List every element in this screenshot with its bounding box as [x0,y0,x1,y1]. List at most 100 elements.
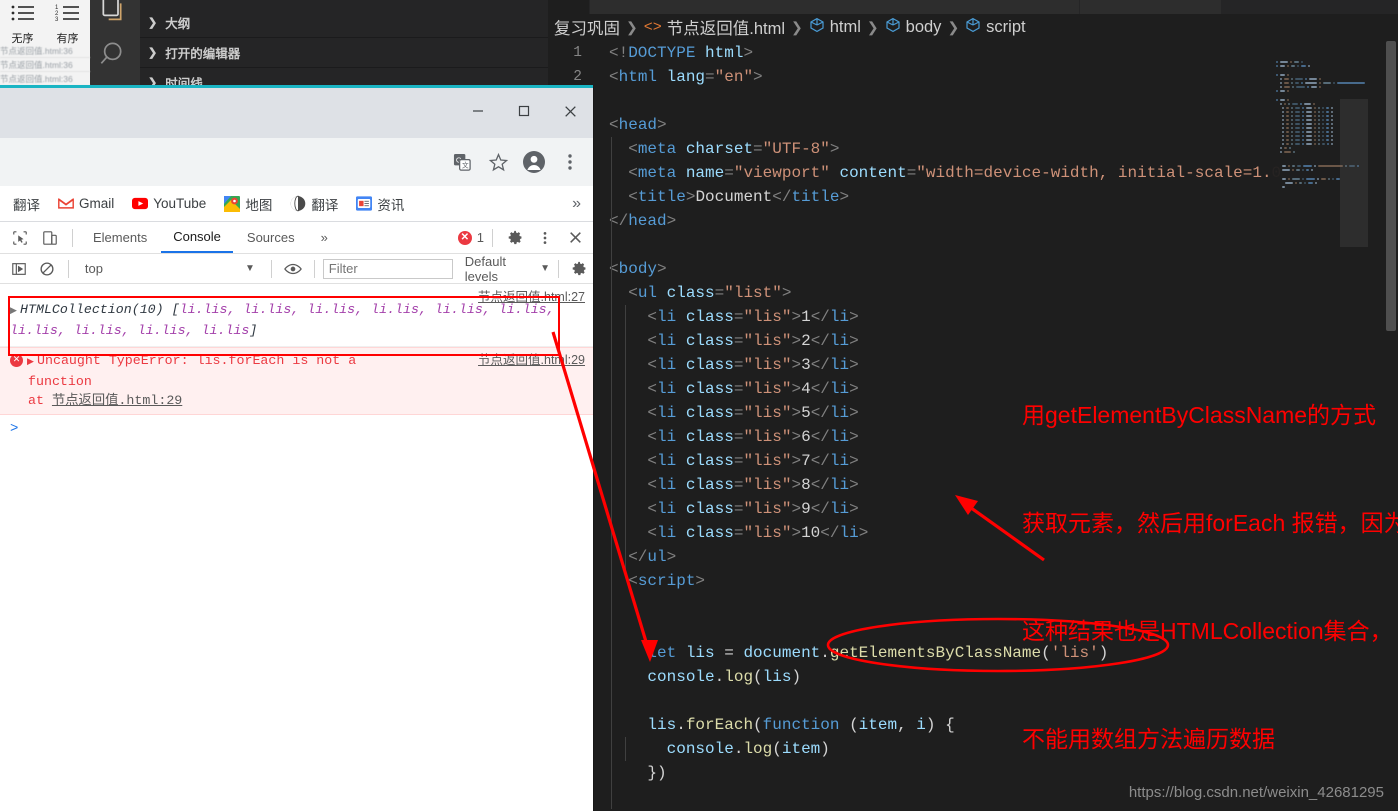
device-toolbar-icon[interactable] [36,225,64,251]
console-log-message[interactable]: 节点返回值.html:27 ▶ HTMLCollection(10) [li.li… [0,284,593,347]
minimap-slider[interactable] [1340,99,1368,247]
console-error-message[interactable]: 节点返回值.html:29 ✕ ▶ Uncaught TypeError: lis.… [0,347,593,415]
search-icon[interactable] [98,38,130,70]
window-accent-line [0,85,593,88]
tab-slot[interactable] [1222,0,1398,14]
bookmark-item[interactable]: 翻译 [284,191,344,217]
watermark-url: https://blog.csdn.net/weixin_42681295 [1128,784,1384,801]
tab-console[interactable]: Console [161,223,233,253]
expand-triangle-icon[interactable]: ▶ [27,353,37,372]
console-prompt-caret: > [10,421,19,437]
console-levels-select[interactable]: Default levels ▼ [465,254,550,284]
tab-elements[interactable]: Elements [81,224,159,252]
breadcrumb-item-html[interactable]: html [809,17,861,38]
chevron-right-icon: ❯ [791,18,803,35]
divider [67,259,69,278]
bookmark-label: 翻译 [311,197,339,213]
minimize-button[interactable] [455,96,501,126]
console-error-text: Uncaught TypeError: lis.forEach is not a [37,353,357,368]
profile-avatar-icon[interactable] [517,145,551,179]
settings-gear-icon[interactable] [501,225,529,251]
breadcrumb-item-folder[interactable]: 复习巩固 [554,15,620,39]
breadcrumb-label: 节点返回值.html [666,20,786,38]
console-settings-gear-icon[interactable] [567,256,593,282]
clear-console-icon[interactable] [34,256,60,282]
breadcrumb-item-file[interactable]: <> 节点返回值.html [644,15,785,39]
files-explorer-icon[interactable] [98,0,130,26]
bookmark-item[interactable]: 地图 [218,191,278,217]
bookmarks-overflow-icon[interactable]: » [572,195,581,213]
annotation-line: 获取元素，然后用forEach 报错，因为 [1022,510,1398,536]
editor-tabstrip [548,0,1398,14]
execute-sidebar-icon[interactable] [6,256,32,282]
bookmark-star-icon[interactable] [481,145,515,179]
breadcrumb-item-body[interactable]: body [885,17,942,38]
bookmark-label: Gmail [79,196,115,211]
minimap-line [1270,65,1368,68]
svg-text:文: 文 [462,160,469,169]
error-count-badge[interactable]: ✕ 1 [457,230,484,245]
symbol-cube-icon [965,17,981,38]
chevron-right-icon: ❯ [148,47,158,59]
ghost-source-line: 节点返回值.html:36 [0,58,90,72]
console-message-list[interactable]: 节点返回值.html:27 ▶ HTMLCollection(10) [li.li… [0,284,593,443]
bookmarks-bar: 翻译 Gmail YouTube 地图 翻译 资讯 » [0,186,593,222]
sidebar-section-outline[interactable]: ❯ 大纲 [140,8,548,38]
svg-text:3: 3 [55,17,59,23]
close-button[interactable] [547,96,593,126]
minimap-line [1270,61,1368,64]
expand-triangle-icon[interactable]: ▶ [10,302,20,321]
tab-sources[interactable]: Sources [235,224,307,252]
breadcrumb-label: 复习巩固 [554,20,620,38]
console-object-close: ] [249,323,258,338]
symbol-cube-icon [885,17,901,38]
bookmark-item[interactable]: YouTube [126,193,212,215]
editor-scrollbar[interactable] [1384,41,1398,331]
close-devtools-icon[interactable] [561,225,589,251]
bookmark-item[interactable]: 资讯 [350,191,410,217]
bookmark-label: 地图 [245,197,273,213]
chrome-menu-icon[interactable] [553,145,587,179]
breadcrumb-label: body [905,17,942,36]
tab-slot[interactable] [590,0,1080,14]
maximize-button[interactable] [501,96,547,126]
unordered-list-icon: 无序 [8,2,38,46]
code-line-content: <ul class="list"> [628,284,792,302]
tab-slot[interactable] [548,0,590,14]
translate-icon[interactable]: G 文 [445,145,479,179]
chrome-toolbar: G 文 [0,138,593,186]
line-number: 1 [573,45,582,61]
google-news-icon [356,196,373,212]
live-expression-eye-icon[interactable] [280,256,306,282]
console-source-link[interactable]: 节点返回值.html:27 [478,288,585,307]
sidebar-section-open-editors[interactable]: ❯ 打开的编辑器 [140,38,548,68]
code-line[interactable]: 11 <ul class="list"> [548,281,1398,305]
chevron-right-icon: ❯ [866,18,879,35]
editor-minimap[interactable] [1270,61,1368,249]
annotation-text: 用getElementByClassName的方式 获取元素，然后用forEac… [1022,325,1398,811]
console-context-select[interactable]: top ▼ [77,261,263,276]
bookmark-label: 翻译 [13,197,40,213]
youtube-icon [132,196,149,212]
google-translate-icon [290,195,306,212]
tab-more-icon[interactable]: » [309,224,340,252]
console-filter-input[interactable] [322,258,453,279]
console-prompt[interactable]: > [0,415,593,443]
bookmark-item[interactable]: Gmail [52,193,120,215]
console-stack-link[interactable]: 节点返回值.html:29 [52,393,182,408]
ghost-source-line: 节点返回值.html:36 [0,72,90,86]
bookmark-label: 资讯 [377,197,405,213]
chrome-titlebar[interactable] [0,88,593,138]
bookmark-item[interactable]: 翻译 [0,191,46,217]
more-vertical-icon[interactable] [531,225,559,251]
breadcrumb-item-script[interactable]: script [965,17,1026,38]
chevron-right-icon: ❯ [148,17,158,29]
inspect-element-icon[interactable] [6,225,34,251]
divider [492,228,493,247]
code-line[interactable]: 10<body> [548,257,1398,281]
minimap-line [1270,74,1368,77]
console-source-link[interactable]: 节点返回值.html:29 [478,351,585,370]
editor-scrollbar-thumb[interactable] [1386,41,1396,331]
gmail-icon [58,196,74,212]
tab-slot-active[interactable] [1080,0,1222,14]
